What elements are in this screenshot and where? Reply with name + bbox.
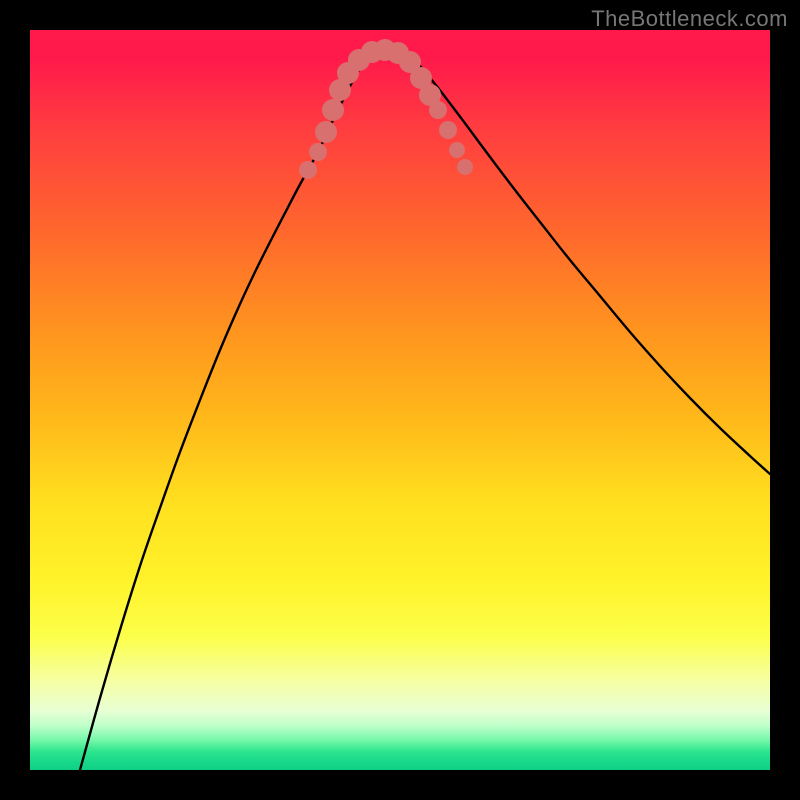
watermark-text: TheBottleneck.com xyxy=(591,6,788,32)
data-marker xyxy=(299,161,317,179)
data-marker xyxy=(429,101,447,119)
chart-svg xyxy=(30,30,770,770)
data-marker xyxy=(449,142,465,158)
data-marker xyxy=(439,121,457,139)
data-marker xyxy=(322,99,344,121)
curve-right-curve xyxy=(398,50,770,474)
curve-left-curve xyxy=(80,50,382,770)
data-marker xyxy=(457,159,473,175)
data-marker xyxy=(315,121,337,143)
plot-area xyxy=(30,30,770,770)
chart-frame: TheBottleneck.com xyxy=(0,0,800,800)
data-marker xyxy=(309,143,327,161)
